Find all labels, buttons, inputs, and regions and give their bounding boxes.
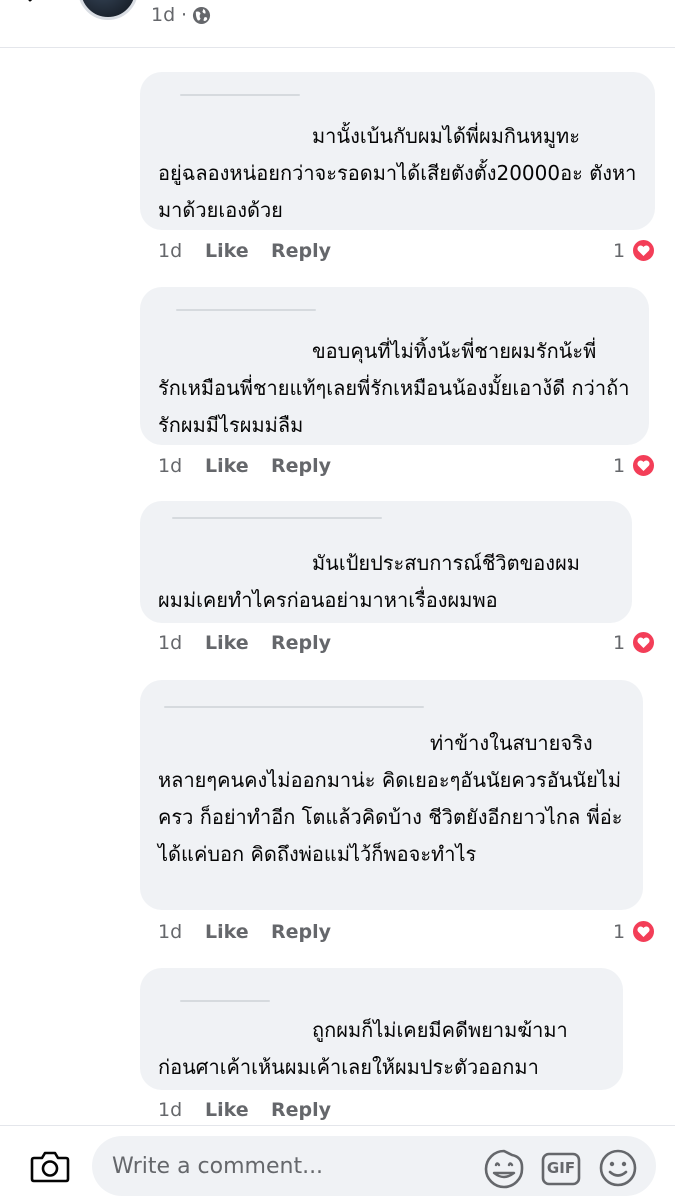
like-button[interactable]: Like: [205, 455, 249, 477]
comment-input-placeholder[interactable]: Write a comment...: [112, 1154, 323, 1179]
comment-text: ท่าข้างในสบายจริง หลายๆคนคงไม่ออกมาน่ะ ค…: [158, 731, 623, 866]
comment-bubble[interactable]: มันเป้ยประสบการณ์ชีวิตของผม ผมม่เคยทำไคร…: [140, 501, 632, 623]
comment-text: มานั้งเบ้นกับผมได้พี่ผมกินหมูทะ อยู่ฉลอง…: [158, 124, 637, 222]
comment-time[interactable]: 1d: [158, 240, 182, 262]
comment-time[interactable]: 1d: [158, 1099, 182, 1121]
camera-icon[interactable]: [30, 1148, 70, 1184]
like-button[interactable]: Like: [205, 240, 249, 262]
comment-bubble[interactable]: ถูกผมก็ไม่เคยมีคดีพยามฆ้ามา ก่อนศาเค้าเห…: [140, 968, 623, 1090]
gif-label: GIF: [546, 1159, 576, 1177]
globe-icon: [192, 6, 211, 25]
heart-icon: [631, 238, 656, 263]
comment-time[interactable]: 1d: [158, 632, 182, 654]
sticker-icon[interactable]: [483, 1148, 525, 1190]
like-button[interactable]: Like: [205, 921, 249, 943]
commenter-name[interactable]: [180, 1000, 270, 1002]
reply-button[interactable]: Reply: [271, 455, 331, 477]
comment-time[interactable]: 1d: [158, 455, 182, 477]
comment-composer: Write a comment... GIF: [0, 1125, 675, 1200]
gif-icon[interactable]: GIF: [541, 1151, 581, 1187]
comment-text: มันเป้ยประสบการณ์ชีวิตของผม ผมม่เคยทำไคร…: [158, 551, 580, 612]
comment-bubble[interactable]: ขอบคุนที่ไม่ทิ้งน้ะพี่ชายผมรักน้ะพี่ รัก…: [140, 287, 649, 445]
comment-bubble[interactable]: มานั้งเบ้นกับผมได้พี่ผมกินหมูทะ อยู่ฉลอง…: [140, 72, 655, 230]
commenter-name[interactable]: [172, 517, 382, 519]
like-button[interactable]: Like: [205, 632, 249, 654]
heart-icon: [631, 453, 656, 478]
reply-button[interactable]: Reply: [271, 240, 331, 262]
commenter-name[interactable]: [180, 94, 300, 96]
reply-button[interactable]: Reply: [271, 1099, 331, 1121]
commenter-name[interactable]: [164, 706, 424, 708]
reply-button[interactable]: Reply: [271, 632, 331, 654]
commenter-name[interactable]: [176, 309, 316, 311]
post-time: 1d: [151, 4, 176, 26]
back-arrow-icon[interactable]: [22, 0, 48, 12]
comment-text: ถูกผมก็ไม่เคยมีคดีพยามฆ้ามา ก่อนศาเค้าเห…: [158, 1018, 568, 1079]
separator-dot: ·: [181, 4, 188, 26]
heart-icon: [631, 919, 656, 944]
like-button[interactable]: Like: [205, 1099, 249, 1121]
comment-bubble[interactable]: ท่าข้างในสบายจริง หลายๆคนคงไม่ออกมาน่ะ ค…: [140, 680, 643, 910]
comment-time[interactable]: 1d: [158, 921, 182, 943]
post-header: 1d ·: [0, 0, 675, 48]
reply-button[interactable]: Reply: [271, 921, 331, 943]
avatar[interactable]: [78, 0, 138, 20]
comment-text: ขอบคุนที่ไม่ทิ้งน้ะพี่ชายผมรักน้ะพี่ รัก…: [158, 339, 630, 437]
emoji-icon[interactable]: [598, 1148, 638, 1188]
heart-icon: [631, 630, 656, 655]
